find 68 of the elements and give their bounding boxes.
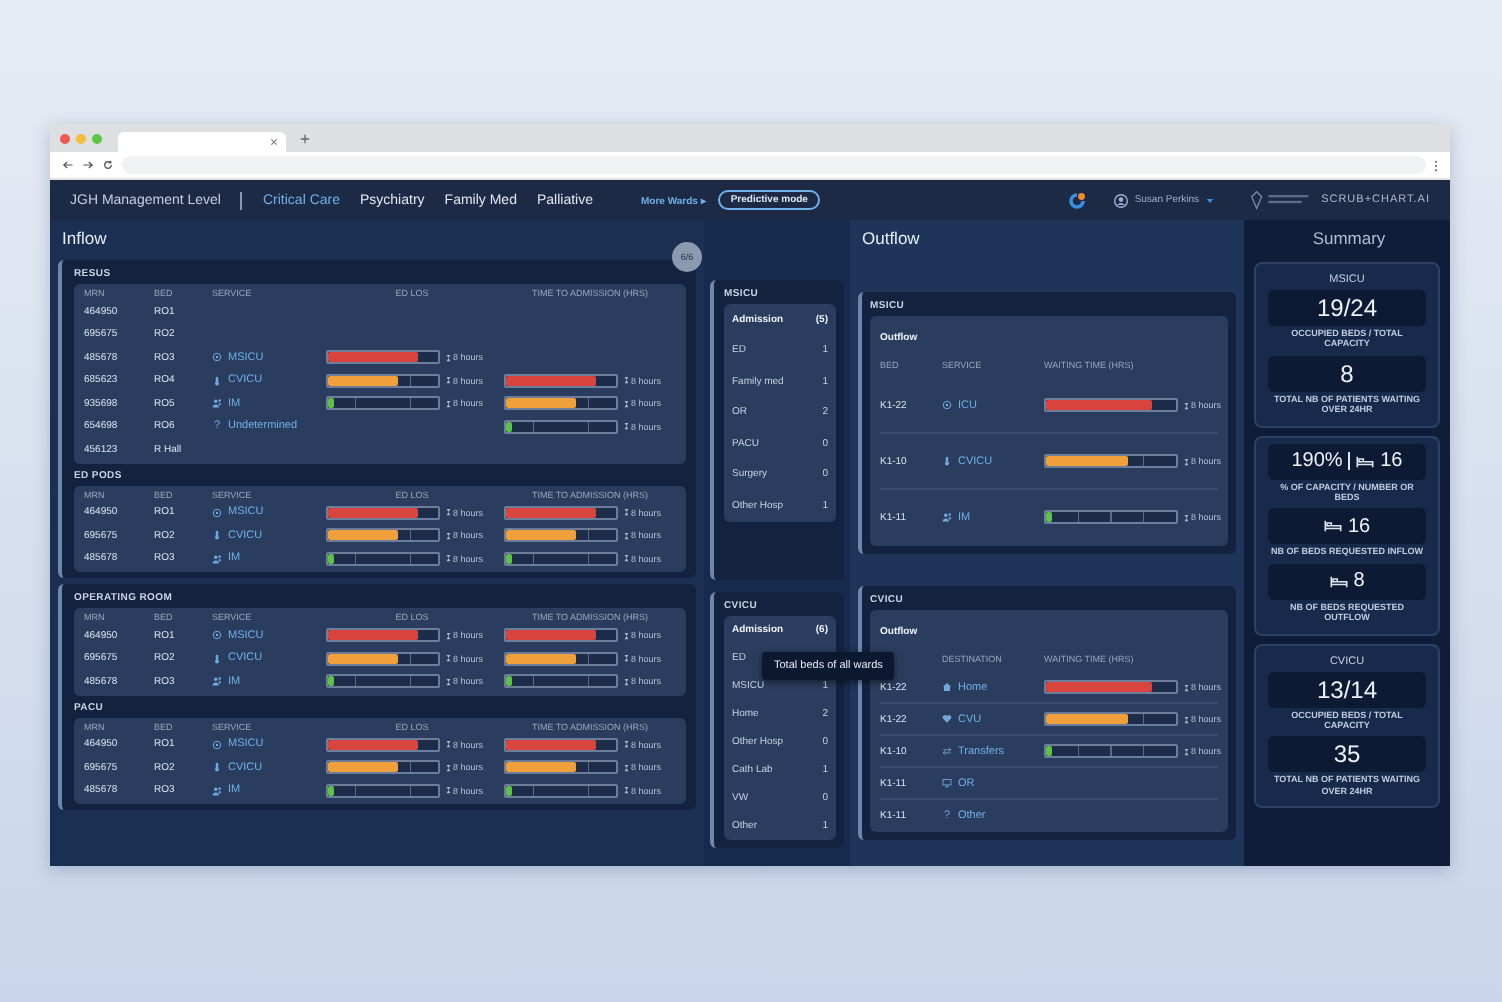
house-icon (942, 682, 952, 692)
hourglass-icon (1184, 715, 1189, 723)
target-icon (212, 507, 222, 518)
transfer-arrows-icon (942, 746, 952, 756)
section-title: Summary (1310, 226, 1388, 252)
hourglass-icon (624, 654, 629, 663)
hourglass-icon (1184, 401, 1189, 409)
hourglass-icon (1184, 513, 1189, 521)
bed-icon (1323, 520, 1342, 533)
stat-value: 8 (1340, 359, 1354, 388)
notification-icon[interactable] (1068, 191, 1087, 209)
stat-value: 19/24 (1316, 294, 1378, 322)
hourglass-icon (1184, 683, 1189, 691)
section-title: Inflow (60, 226, 109, 252)
hourglass-icon (1184, 747, 1189, 755)
hourglass-icon (624, 422, 629, 431)
hourglass-icon (624, 376, 629, 385)
hourglass-icon (446, 740, 451, 749)
hourglass-icon (446, 554, 451, 563)
target-icon (942, 400, 952, 410)
hourglass-icon (624, 631, 629, 640)
close-icon[interactable] (270, 138, 278, 146)
stat-value: 35 (1333, 740, 1361, 769)
hourglass-icon (624, 531, 629, 540)
monitor-icon (942, 778, 952, 788)
people-icon (942, 512, 952, 522)
forward-arrow-icon[interactable] (82, 160, 94, 170)
reload-icon[interactable] (102, 160, 114, 170)
stat-value: 8 (1353, 570, 1365, 593)
hourglass-icon (624, 399, 629, 408)
heart-icon (942, 714, 952, 724)
hourglass-icon (446, 654, 451, 663)
people-icon (212, 398, 222, 409)
hourglass-icon (624, 740, 629, 749)
close-window-icon[interactable] (60, 133, 70, 143)
hourglass-icon (624, 786, 629, 795)
hourglass-icon (446, 786, 451, 795)
people-icon (212, 553, 222, 564)
people-icon (212, 676, 222, 687)
hourglass-icon (446, 508, 451, 517)
hourglass-icon (446, 677, 451, 686)
hourglass-icon (446, 631, 451, 640)
stat-value: 190% (1291, 450, 1343, 473)
hourglass-icon (446, 399, 451, 408)
bed-icon (1329, 575, 1348, 588)
caret-icon[interactable] (1205, 197, 1214, 203)
target-icon (212, 352, 222, 363)
hourglass-icon (446, 763, 451, 772)
stat-value: 13/14 (1316, 675, 1378, 704)
stat-value: 16 (1380, 450, 1403, 473)
plus-icon[interactable] (300, 133, 310, 143)
hourglass-icon (1184, 457, 1189, 465)
target-icon (212, 739, 222, 750)
hourglass-icon (624, 677, 629, 686)
hourglass-icon (624, 763, 629, 772)
bed-icon (1356, 455, 1375, 468)
people-icon (212, 785, 222, 796)
hourglass-icon (446, 376, 451, 385)
back-arrow-icon[interactable] (62, 160, 74, 170)
hourglass-icon (446, 531, 451, 540)
user-icon[interactable] (1114, 193, 1129, 207)
target-icon (212, 630, 222, 641)
hourglass-icon (624, 508, 629, 517)
stat-value: 16 (1347, 515, 1371, 538)
section-title: Outflow (860, 226, 922, 252)
hourglass-icon (624, 554, 629, 563)
hourglass-icon (446, 353, 451, 362)
hospital-logo-icon (1245, 190, 1314, 210)
